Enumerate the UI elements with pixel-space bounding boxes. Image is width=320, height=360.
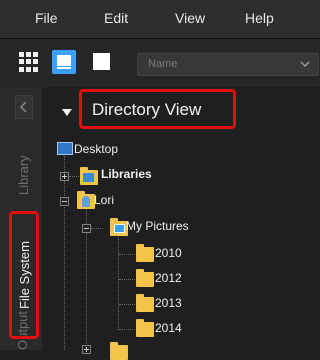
collapse-icon[interactable]: [60, 197, 69, 206]
expand-icon[interactable]: [60, 172, 69, 181]
tree-line: [91, 228, 103, 229]
collapse-triangle-icon[interactable]: [62, 109, 72, 116]
tree-item-year[interactable]: 2014: [155, 321, 182, 335]
chevron-left-icon: [19, 101, 27, 113]
tree-item-libraries[interactable]: Libraries: [101, 167, 152, 181]
tree-line: [119, 329, 135, 330]
tree-line: [64, 156, 65, 350]
tree-item-lori[interactable]: Lori: [94, 193, 114, 207]
tree-line: [119, 279, 135, 280]
desktop-icon: [57, 142, 73, 155]
menu-file[interactable]: File: [35, 10, 58, 26]
preview-view-icon[interactable]: [52, 50, 76, 74]
tree-line: [119, 304, 135, 305]
tree-item-my-pictures[interactable]: My Pictures: [126, 219, 189, 233]
sort-dropdown[interactable]: Name: [137, 53, 319, 76]
tree-line: [69, 176, 79, 177]
highlight-box-directory-view: [79, 89, 236, 129]
chevron-down-icon: [300, 61, 310, 68]
tab-library[interactable]: Library: [16, 155, 31, 195]
tree-line: [119, 254, 135, 255]
tree-item-year[interactable]: 2013: [155, 296, 182, 310]
folder-icon: [136, 294, 154, 312]
folder-icon: [136, 319, 154, 337]
user-folder-icon: [77, 191, 95, 209]
tree-item-year[interactable]: 2012: [155, 271, 182, 285]
menu-edit[interactable]: Edit: [104, 10, 128, 26]
tree-item-year[interactable]: 2010: [155, 246, 182, 260]
folder-icon: [110, 342, 128, 360]
tree-line: [118, 234, 119, 330]
libraries-folder-icon: [80, 167, 98, 185]
full-view-icon[interactable]: [93, 53, 110, 70]
collapse-icon[interactable]: [82, 224, 91, 233]
sort-dropdown-value: Name: [148, 58, 178, 70]
folder-icon: [136, 244, 154, 262]
collapse-panel-button[interactable]: [15, 95, 33, 119]
menu-bar: File Edit View Help: [0, 0, 320, 39]
menu-view[interactable]: View: [175, 10, 205, 26]
menu-help[interactable]: Help: [245, 10, 274, 26]
tree-item-desktop[interactable]: Desktop: [74, 142, 118, 156]
highlight-box-file-system: [9, 211, 39, 339]
folder-icon: [136, 269, 154, 287]
grid-view-icon[interactable]: [19, 52, 39, 72]
